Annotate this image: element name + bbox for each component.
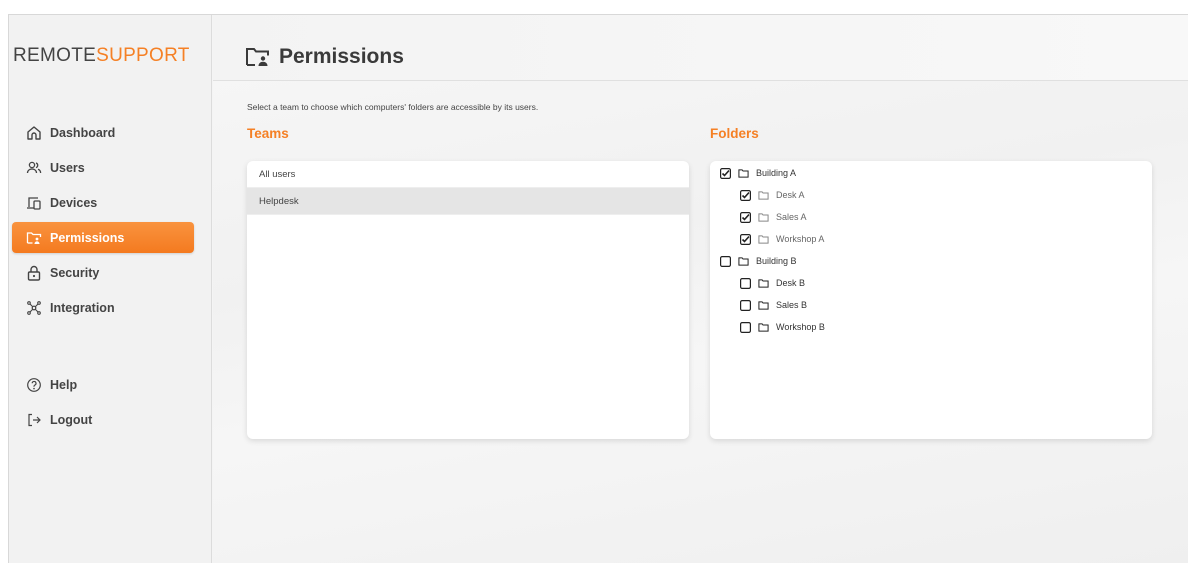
tree-item-desk-b[interactable]: Desk B [740, 276, 805, 290]
sidebar: REMOTESUPPORT Dashboard Users Devices Pe… [9, 15, 212, 563]
tree-item-label: Desk B [776, 278, 806, 288]
sidebar-item-security[interactable]: Security [12, 257, 194, 288]
page-header: Permissions [213, 15, 1188, 81]
tree-item-label: Desk A [776, 190, 805, 200]
tree-item-label: Workshop A [776, 234, 825, 244]
folder-icon [758, 234, 770, 245]
sidebar-item-logout[interactable]: Logout [12, 404, 194, 435]
sidebar-item-users[interactable]: Users [12, 152, 194, 183]
checkbox-unchecked[interactable] [740, 299, 751, 311]
sidebar-item-label: Dashboard [50, 125, 116, 140]
teams-list: All users Helpdesk [247, 161, 689, 439]
sidebar-item-label: Security [50, 265, 100, 280]
folder-icon [738, 168, 750, 179]
instructions-text: Select a team to choose which computers'… [247, 102, 539, 112]
app-window: REMOTESUPPORT Dashboard Users Devices Pe… [8, 14, 1188, 563]
folder-icon [758, 278, 770, 289]
checkbox-checked[interactable] [740, 233, 751, 245]
checkbox-unchecked[interactable] [720, 255, 731, 267]
checkbox-unchecked[interactable] [740, 277, 751, 289]
sidebar-item-label: Integration [50, 300, 115, 315]
lock-icon [26, 265, 42, 281]
logout-icon [26, 412, 42, 428]
sidebar-item-help[interactable]: Help [12, 369, 194, 400]
tree-item-label: Building A [756, 168, 797, 178]
sidebar-item-label: Logout [50, 412, 93, 427]
integration-icon [26, 300, 42, 316]
sidebar-item-label: Permissions [50, 230, 125, 245]
folder-icon [758, 300, 770, 311]
tree-item-desk-a[interactable]: Desk A [740, 188, 805, 202]
tree-item-label: Workshop B [776, 322, 825, 332]
folders-heading: Folders [710, 126, 759, 141]
sidebar-item-devices[interactable]: Devices [12, 187, 194, 218]
logo: REMOTESUPPORT [13, 45, 190, 67]
teams-heading: Teams [247, 126, 289, 141]
folder-icon [758, 322, 770, 333]
folders-tree: Building A Desk A Sales A Workshop A Bui [710, 161, 1152, 439]
logo-text-support: SUPPORT [96, 45, 190, 66]
users-icon [26, 160, 42, 176]
page-title: Permissions [245, 45, 404, 69]
tree-item-building-b[interactable]: Building B [720, 254, 797, 268]
logo-text-remote: REMOTE [13, 45, 97, 66]
tree-item-workshop-a[interactable]: Workshop A [740, 232, 824, 246]
folder-icon [738, 256, 750, 267]
sidebar-item-permissions[interactable]: Permissions [12, 222, 194, 253]
devices-icon [26, 195, 42, 211]
tree-item-label: Sales B [776, 300, 808, 310]
tree-item-label: Sales A [776, 212, 807, 222]
folder-icon [758, 212, 770, 223]
team-row-all-users[interactable]: All users [247, 161, 689, 188]
home-icon [26, 125, 42, 141]
sidebar-item-label: Help [50, 377, 78, 392]
tree-item-sales-a[interactable]: Sales A [740, 210, 807, 224]
tree-item-building-a[interactable]: Building A [720, 166, 796, 180]
folder-permissions-icon [26, 230, 42, 246]
sidebar-item-label: Devices [50, 195, 98, 210]
help-icon [26, 377, 42, 393]
tree-item-label: Building B [756, 256, 797, 266]
folder-permissions-icon [246, 48, 269, 66]
main-content: Permissions Select a team to choose whic… [213, 15, 1188, 563]
page-title-text: Permissions [279, 45, 404, 68]
sidebar-item-dashboard[interactable]: Dashboard [12, 117, 194, 148]
tree-item-sales-b[interactable]: Sales B [740, 298, 807, 312]
checkbox-checked[interactable] [740, 211, 751, 223]
tree-item-workshop-b[interactable]: Workshop B [740, 320, 825, 334]
sidebar-item-label: Users [50, 160, 85, 175]
checkbox-unchecked[interactable] [740, 321, 751, 333]
checkbox-checked[interactable] [740, 189, 751, 201]
sidebar-item-integration[interactable]: Integration [12, 292, 194, 323]
folder-icon [758, 190, 770, 201]
checkbox-checked[interactable] [720, 167, 731, 179]
team-row-helpdesk[interactable]: Helpdesk [247, 188, 689, 215]
